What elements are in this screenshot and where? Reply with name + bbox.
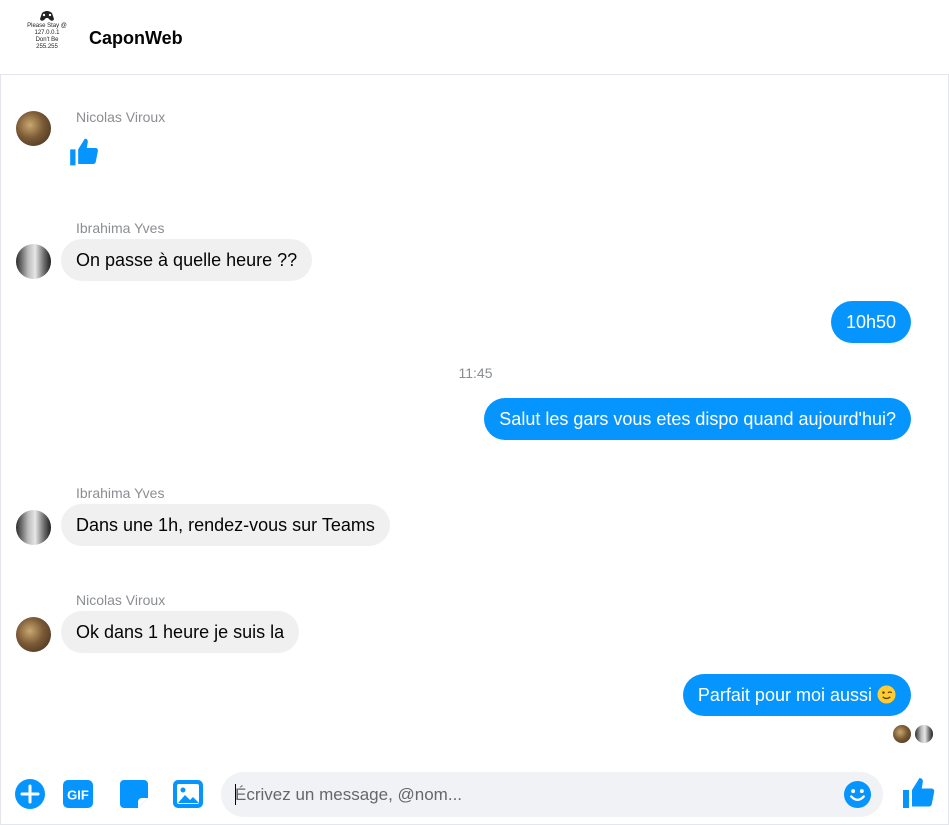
conversation-header: Please Stay @ 127.0.0.1 Don't Be 255.255… bbox=[0, 0, 949, 75]
message-bubble[interactable]: Ok dans 1 heure je suis la bbox=[61, 611, 300, 653]
message-input[interactable] bbox=[235, 772, 825, 817]
smiley-icon[interactable] bbox=[843, 780, 872, 809]
sender-name: Nicolas Viroux bbox=[76, 592, 166, 608]
plus-icon[interactable] bbox=[14, 778, 46, 810]
winking-face-icon bbox=[877, 685, 896, 704]
avatar[interactable] bbox=[16, 617, 51, 652]
seen-avatar[interactable] bbox=[892, 724, 912, 744]
text-caret bbox=[235, 784, 236, 805]
group-logo[interactable]: Please Stay @ 127.0.0.1 Don't Be 255.255 bbox=[24, 8, 70, 64]
message-text: Parfait pour moi aussi bbox=[697, 685, 872, 705]
sender-name: Nicolas Viroux bbox=[76, 109, 166, 125]
svg-text:GIF: GIF bbox=[67, 788, 89, 803]
sticker-icon[interactable] bbox=[118, 778, 150, 810]
message-bubble[interactable]: Parfait pour moi aussi bbox=[682, 674, 911, 716]
sender-name: Ibrahima Yves bbox=[76, 485, 165, 501]
seen-avatar[interactable] bbox=[914, 724, 934, 744]
like-icon[interactable] bbox=[900, 775, 936, 811]
message-bubble[interactable]: On passe à quelle heure ?? bbox=[61, 239, 313, 281]
logo-text-line: Please Stay @ bbox=[27, 23, 67, 29]
avatar[interactable] bbox=[16, 244, 51, 279]
sender-name: Ibrahima Yves bbox=[76, 220, 165, 236]
logo-text-line: 255.255 bbox=[36, 44, 58, 50]
image-icon[interactable] bbox=[172, 778, 204, 810]
conversation-title[interactable]: CaponWeb bbox=[89, 28, 183, 49]
avatar[interactable] bbox=[16, 510, 51, 545]
gif-icon[interactable]: GIF bbox=[62, 778, 94, 810]
message-bubble[interactable]: Dans une 1h, rendez-vous sur Teams bbox=[61, 504, 390, 546]
avatar[interactable] bbox=[16, 111, 51, 146]
like-icon[interactable] bbox=[67, 136, 100, 168]
logo-text-line: Don't Be bbox=[35, 37, 59, 43]
logo-text-line: 127.0.0.1 bbox=[34, 30, 60, 36]
timestamp-label: 11:45 bbox=[458, 365, 493, 381]
timestamp: 11:45 bbox=[0, 365, 949, 381]
gamepad-icon bbox=[40, 11, 54, 21]
message-bubble[interactable]: Salut les gars vous etes dispo quand auj… bbox=[484, 398, 911, 440]
message-composer[interactable] bbox=[221, 772, 883, 817]
message-bubble[interactable]: 10h50 bbox=[830, 301, 911, 343]
